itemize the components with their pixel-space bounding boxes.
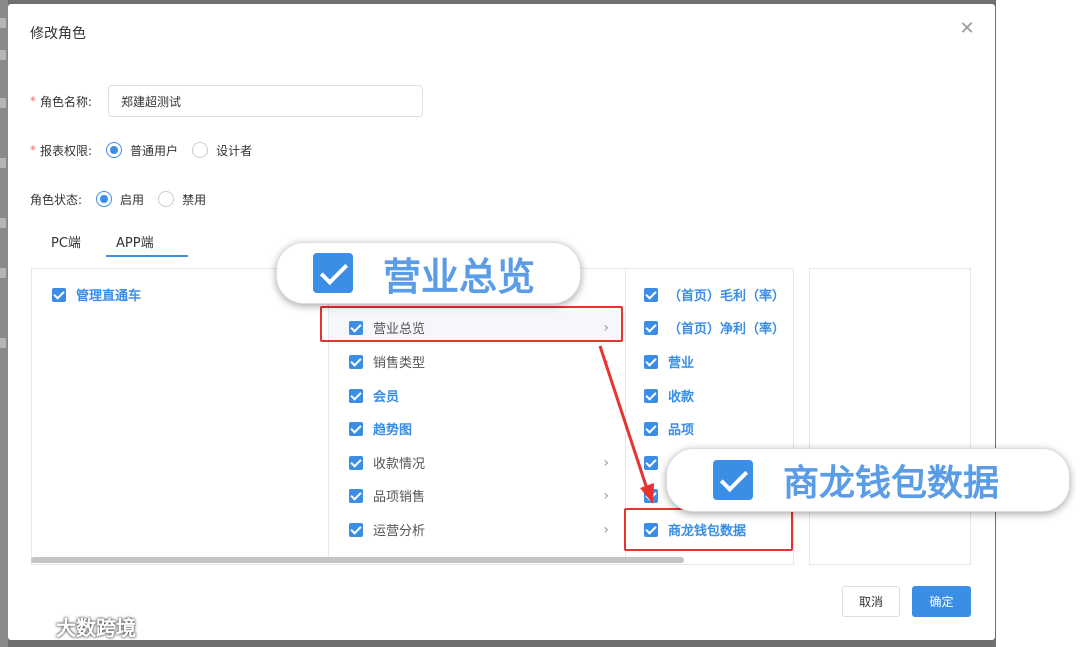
item-label: （首页）净利（率） xyxy=(668,322,786,337)
cascader-item-sales-type[interactable]: 销售类型 › xyxy=(329,345,625,378)
radio-disabled[interactable]: 禁用 xyxy=(158,191,206,208)
highlight-box-wallet-data xyxy=(624,508,793,551)
cascader-item-gross-profit[interactable]: （首页）毛利（率） xyxy=(626,278,795,311)
cascader-item-product-sales[interactable]: 品项销售 › xyxy=(329,479,625,512)
checkbox-checked-icon[interactable] xyxy=(644,320,658,335)
item-label: 收款 xyxy=(668,390,695,405)
dialog-title: 修改角色 xyxy=(30,26,86,42)
item-label: 品项销售 xyxy=(373,490,426,505)
background-mark xyxy=(0,338,6,348)
item-label: 运营分析 xyxy=(373,524,426,539)
checkbox-checked-icon xyxy=(313,253,353,293)
checkbox-checked-icon[interactable] xyxy=(644,287,658,302)
report-permission-label: 报表权限: xyxy=(40,143,93,158)
radio-label: 普通用户 xyxy=(130,143,179,158)
radio-label: 禁用 xyxy=(182,192,207,207)
watermark-text: 大数跨境 xyxy=(56,616,136,640)
cascader-item-trend-chart[interactable]: 趋势图 xyxy=(329,412,625,445)
role-status-row: 角色状态: 启用 禁用 xyxy=(30,183,220,215)
cascader-item-operations[interactable]: 运营分析 › xyxy=(329,513,625,546)
cascader-column-1: 管理直通车 xyxy=(32,269,328,564)
radio-checked-icon xyxy=(96,191,113,207)
background-mark xyxy=(0,50,6,60)
required-mark: * xyxy=(30,94,36,108)
report-permission-row: * 报表权限: 普通用户 设计者 xyxy=(30,134,266,166)
radio-normal-user[interactable]: 普通用户 xyxy=(106,142,178,159)
radio-label: 启用 xyxy=(120,192,145,207)
item-label: 趋势图 xyxy=(373,423,413,438)
tab-active-indicator xyxy=(106,255,188,257)
role-name-row: * 角色名称: xyxy=(30,85,92,117)
watermark-logo-icon xyxy=(8,618,48,636)
callout-text: 商龙钱包数据 xyxy=(783,463,1000,504)
highlight-box-business-overview xyxy=(320,306,623,342)
checkbox-checked-icon[interactable] xyxy=(349,388,363,403)
callout-text: 营业总览 xyxy=(383,254,536,299)
scrollbar-thumb[interactable] xyxy=(31,557,684,563)
watermark: 大数跨境 xyxy=(8,612,136,641)
item-label: 营业 xyxy=(668,356,695,371)
item-label: 品项 xyxy=(668,423,695,438)
background-mark xyxy=(0,158,6,168)
checkbox-checked-icon[interactable] xyxy=(349,354,363,369)
item-label: 收款情况 xyxy=(373,457,426,472)
callout-business-overview: 营业总览 xyxy=(276,242,581,304)
side-panel xyxy=(809,268,971,565)
close-icon[interactable]: ✕ xyxy=(958,20,976,38)
radio-checked-icon xyxy=(106,142,123,158)
cascader-item-member[interactable]: 会员 xyxy=(329,379,625,412)
item-label: 管理直通车 xyxy=(76,289,142,304)
checkbox-checked-icon[interactable] xyxy=(349,522,363,537)
radio-unchecked-icon xyxy=(192,142,209,158)
role-name-label: 角色名称: xyxy=(40,94,93,109)
tab-app[interactable]: APP端 xyxy=(116,232,154,251)
cancel-button[interactable]: 取消 xyxy=(842,586,900,617)
annotation-arrow xyxy=(598,345,654,504)
background-mark xyxy=(0,218,6,228)
background-right xyxy=(996,0,1080,647)
background-mark xyxy=(0,18,6,28)
confirm-button[interactable]: 确定 xyxy=(912,586,971,617)
radio-label: 设计者 xyxy=(216,143,253,158)
chevron-right-icon: › xyxy=(603,521,609,538)
checkbox-checked-icon xyxy=(713,460,753,500)
checkbox-checked-icon[interactable] xyxy=(349,421,363,436)
background-mark xyxy=(0,98,6,108)
cascader-item-payment[interactable]: 收款情况 › xyxy=(329,446,625,479)
required-mark: * xyxy=(30,143,36,157)
radio-designer[interactable]: 设计者 xyxy=(192,142,252,159)
role-name-input[interactable]: 郑建超测试 xyxy=(108,85,423,117)
background-mark xyxy=(0,268,6,278)
checkbox-checked-icon[interactable] xyxy=(52,287,66,302)
role-status-label: 角色状态: xyxy=(30,192,83,207)
radio-unchecked-icon xyxy=(158,191,175,207)
callout-wallet-data: 商龙钱包数据 xyxy=(666,448,1070,512)
checkbox-checked-icon[interactable] xyxy=(349,488,363,503)
horizontal-scrollbar[interactable] xyxy=(31,557,794,563)
tab-pc[interactable]: PC端 xyxy=(51,232,81,251)
item-label: 会员 xyxy=(373,390,400,405)
radio-enabled[interactable]: 启用 xyxy=(96,191,144,208)
item-label: （首页）毛利（率） xyxy=(668,289,786,304)
checkbox-checked-icon[interactable] xyxy=(349,455,363,470)
item-label: 销售类型 xyxy=(373,356,426,371)
